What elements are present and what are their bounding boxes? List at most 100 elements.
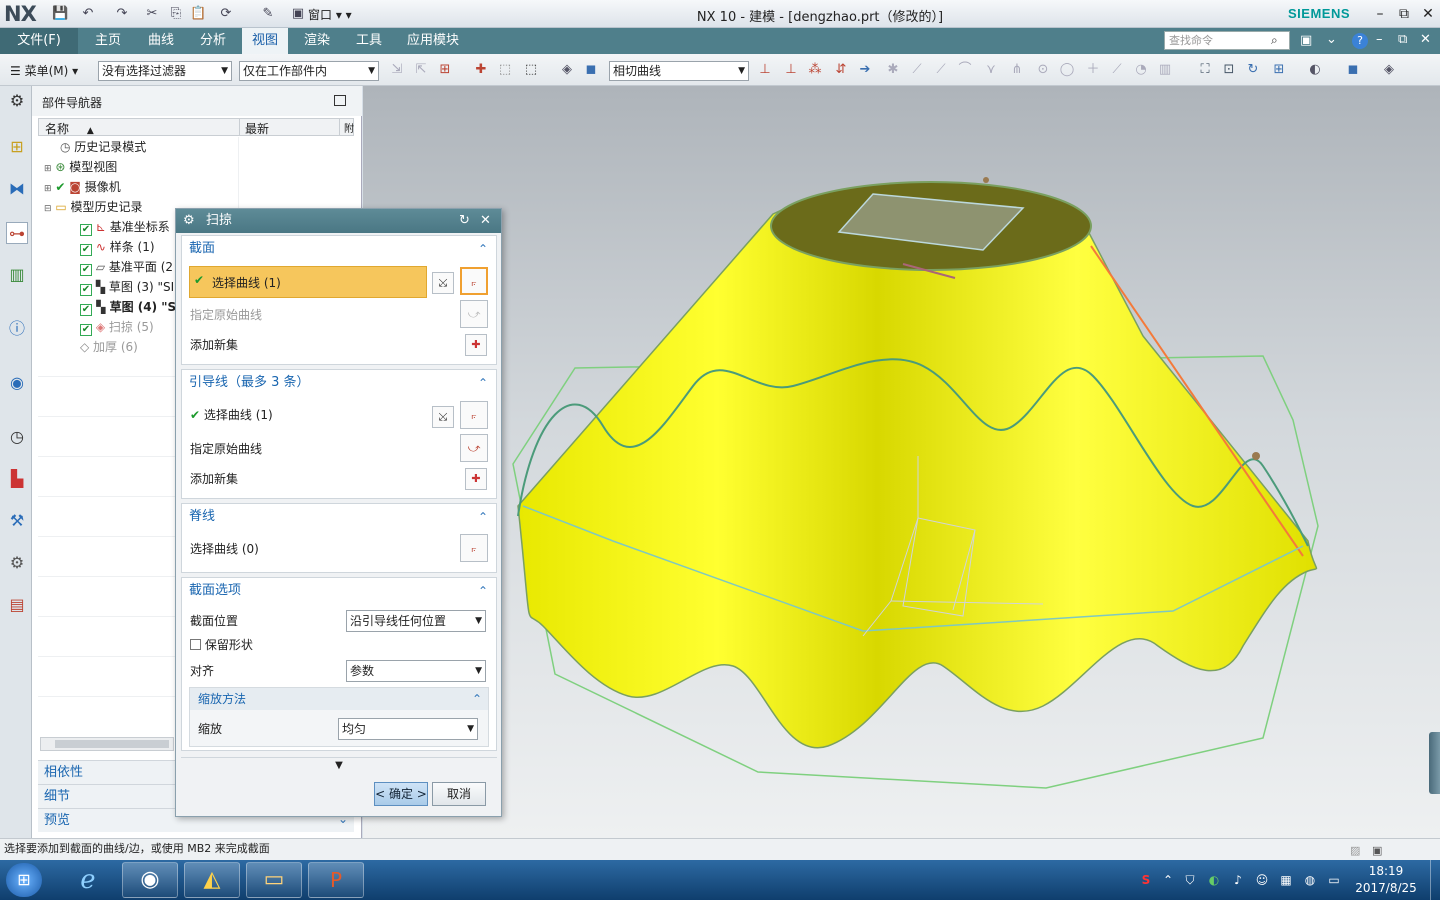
selection-scope-dropdown[interactable]: 仅在工作部件内 ▼ — [239, 61, 379, 81]
checkbox[interactable]: ✔ — [80, 284, 92, 296]
clock-time[interactable]: 18:19 — [1354, 864, 1418, 878]
fullscreen-toggle-icon[interactable]: ▣ — [1372, 841, 1382, 861]
tree-item-datum-plane[interactable]: ✔ ▱ 基准平面 (2 — [80, 257, 173, 277]
show-hide-icon[interactable]: ◈ — [558, 61, 576, 79]
clock-date[interactable]: 2017/8/25 — [1354, 881, 1418, 895]
scale-dropdown[interactable]: 均匀 ▼ — [338, 718, 478, 740]
cancel-button[interactable]: 取消 — [432, 782, 486, 806]
reuse-library-icon[interactable]: ▥ — [6, 264, 28, 286]
file-menu[interactable]: 文件(F) — [0, 28, 78, 54]
cube-icon[interactable]: ◼ — [582, 61, 600, 79]
shaded-cube-icon[interactable]: ◼ — [1344, 61, 1362, 79]
preserve-shape-row[interactable]: 保留形状 — [190, 634, 253, 656]
view-scroll-handle[interactable] — [1429, 732, 1440, 794]
security-icon[interactable]: ⛉ — [1182, 872, 1198, 888]
qq-icon[interactable]: ☺ — [1254, 872, 1270, 888]
follow-fillet-icon[interactable]: ⇵ — [832, 61, 850, 79]
tree-item-history-mode[interactable]: ◷ 历史记录模式 — [60, 137, 146, 157]
curve-rule-dropdown[interactable]: 相切曲线 ▼ — [609, 61, 749, 81]
tab-tools[interactable]: 工具 — [346, 28, 392, 54]
spine-group-header[interactable]: 脊线 ⌃ — [182, 504, 496, 530]
horizontal-scrollbar[interactable] — [40, 737, 174, 751]
tab-applications[interactable]: 应用模块 — [398, 28, 468, 54]
doc-close-icon[interactable]: ✕ — [1420, 32, 1431, 47]
snap-face-icon[interactable]: ⟋ — [1108, 61, 1126, 79]
general-selection-icon[interactable]: ⊞ — [436, 61, 454, 79]
snap-endpoint-icon[interactable]: ⟋ — [908, 61, 926, 79]
help-icon[interactable]: ? — [1352, 33, 1368, 49]
handle-point[interactable] — [1252, 452, 1260, 460]
reset-icon[interactable]: ↻ — [459, 209, 470, 233]
window-menu[interactable]: 窗口 ▾ ▾ — [308, 6, 352, 23]
search-icon[interactable]: ⌕ — [1271, 33, 1278, 48]
expand-icon[interactable]: ⊞ — [44, 184, 52, 194]
add-new-set-icon[interactable]: ✚ — [465, 334, 487, 356]
prompt-icon[interactable]: ▨ — [1350, 841, 1360, 861]
minimize-button[interactable]: – — [1370, 5, 1390, 23]
curve-rule-icon[interactable]: ⤩ — [432, 406, 454, 428]
snap-point-on-curve-icon[interactable]: ＋ — [1084, 61, 1102, 79]
select-feature-icon[interactable]: ⇲ — [388, 61, 406, 79]
ribbon-options-icon[interactable]: ⌄ — [1326, 32, 1337, 47]
close-button[interactable]: ✕ — [1418, 5, 1438, 23]
guide-group-header[interactable]: 引导线（最多 3 条） ⌃ — [182, 370, 496, 396]
arrow-right-icon[interactable]: ➔ — [856, 61, 874, 79]
fit-view-icon[interactable]: ⛶ — [1196, 61, 1214, 79]
nx-app-icon[interactable]: ◭ — [184, 862, 240, 898]
origin-curve-icon[interactable]: ⤻ — [460, 300, 488, 328]
tree-item-spline[interactable]: ✔ ∿ 样条 (1) — [80, 237, 155, 257]
visibility-icon[interactable]: ◈ — [1380, 61, 1398, 79]
tray-app-icon[interactable]: ◐ — [1206, 872, 1222, 888]
manufacturing-wizard-icon[interactable]: ⚙ — [6, 552, 28, 574]
start-of-curve-icon[interactable]: ⊥ — [756, 61, 774, 79]
chevron-up-icon[interactable]: ⌃ — [478, 370, 488, 396]
tree-item-cameras[interactable]: ⊞ ✔ ◙ 摄像机 — [44, 177, 121, 197]
section-select-curve-row[interactable]: ✔ 选择曲线 (1) — [189, 266, 427, 298]
snap-arc-center-icon[interactable]: ⊙ — [1034, 61, 1052, 79]
window-icon[interactable]: ▣ — [290, 6, 306, 22]
tree-item-model-views[interactable]: ⊞ ⊛ 模型视图 — [44, 157, 117, 177]
tree-item-datum-csys[interactable]: ✔ ⊾ 基准坐标系 — [80, 217, 170, 237]
snap-pole-icon[interactable]: ▥ — [1156, 61, 1174, 79]
ok-button[interactable]: < 确定 > — [374, 782, 428, 806]
checkbox[interactable]: ✔ — [80, 324, 92, 336]
snap-point-icon[interactable]: ✚ — [472, 61, 490, 79]
model-view[interactable] — [363, 86, 1440, 838]
menu-button[interactable]: ☰ 菜单(M) ▾ — [10, 62, 78, 79]
chevron-up-icon[interactable]: ⌃ — [472, 688, 482, 710]
assembly-navigator-icon[interactable]: ⊞ — [6, 136, 28, 158]
tree-item-thicken[interactable]: ◇ 加厚 (6) — [80, 337, 138, 357]
tree-item-sweep[interactable]: ✔ ◈ 扫掠 (5) — [80, 317, 154, 337]
role-icon[interactable]: ▤ — [6, 594, 28, 616]
copy-icon[interactable]: ⎘ — [168, 6, 184, 22]
restore-button[interactable]: ⧉ — [1394, 5, 1414, 23]
scrollbar-thumb[interactable] — [55, 740, 169, 748]
rectangle-select-icon[interactable]: ⬚ — [522, 61, 540, 79]
history-icon[interactable]: ◷ — [6, 426, 28, 448]
zoom-icon[interactable]: ⊡ — [1220, 61, 1238, 79]
touch-mode-icon[interactable]: ✎ — [260, 6, 276, 22]
doc-minimize-icon[interactable]: – — [1376, 32, 1383, 47]
volume-icon[interactable]: ♪ — [1230, 872, 1246, 888]
repeat-command-icon[interactable]: ⟳ — [218, 6, 234, 22]
rotate-view-icon[interactable]: ↻ — [1244, 61, 1262, 79]
checkbox[interactable]: ✔ — [80, 264, 92, 276]
constraint-navigator-icon[interactable]: ⧓ — [6, 178, 28, 200]
part-navigator-icon[interactable]: ⊶ — [6, 222, 28, 244]
orient-view-icon[interactable]: ⊞ — [1270, 61, 1288, 79]
tab-analysis[interactable]: 分析 — [190, 28, 236, 54]
snap-bounded-icon[interactable]: ◔ — [1132, 61, 1150, 79]
handle-point[interactable] — [983, 177, 989, 183]
system-materials-icon[interactable]: ▙ — [6, 468, 28, 490]
render-style-icon[interactable]: ◐ — [1306, 61, 1324, 79]
section-group-header[interactable]: 截面 ⌃ — [182, 236, 496, 262]
close-icon[interactable]: ✕ — [480, 209, 491, 233]
snap-control-icon[interactable]: ⌒ — [956, 61, 974, 79]
select-curve-icon[interactable]: ⟔ — [460, 401, 488, 429]
fullscreen-icon[interactable]: ▣ — [1300, 33, 1312, 48]
scaling-header[interactable]: 缩放方法 ⌃ — [190, 688, 488, 710]
select-curve-icon[interactable]: ⟔ — [460, 534, 488, 562]
tab-home[interactable]: 主页 — [84, 28, 132, 54]
expand-icon[interactable]: ⊞ — [44, 164, 52, 174]
snap-midpoint-icon[interactable]: ⟋ — [932, 61, 950, 79]
